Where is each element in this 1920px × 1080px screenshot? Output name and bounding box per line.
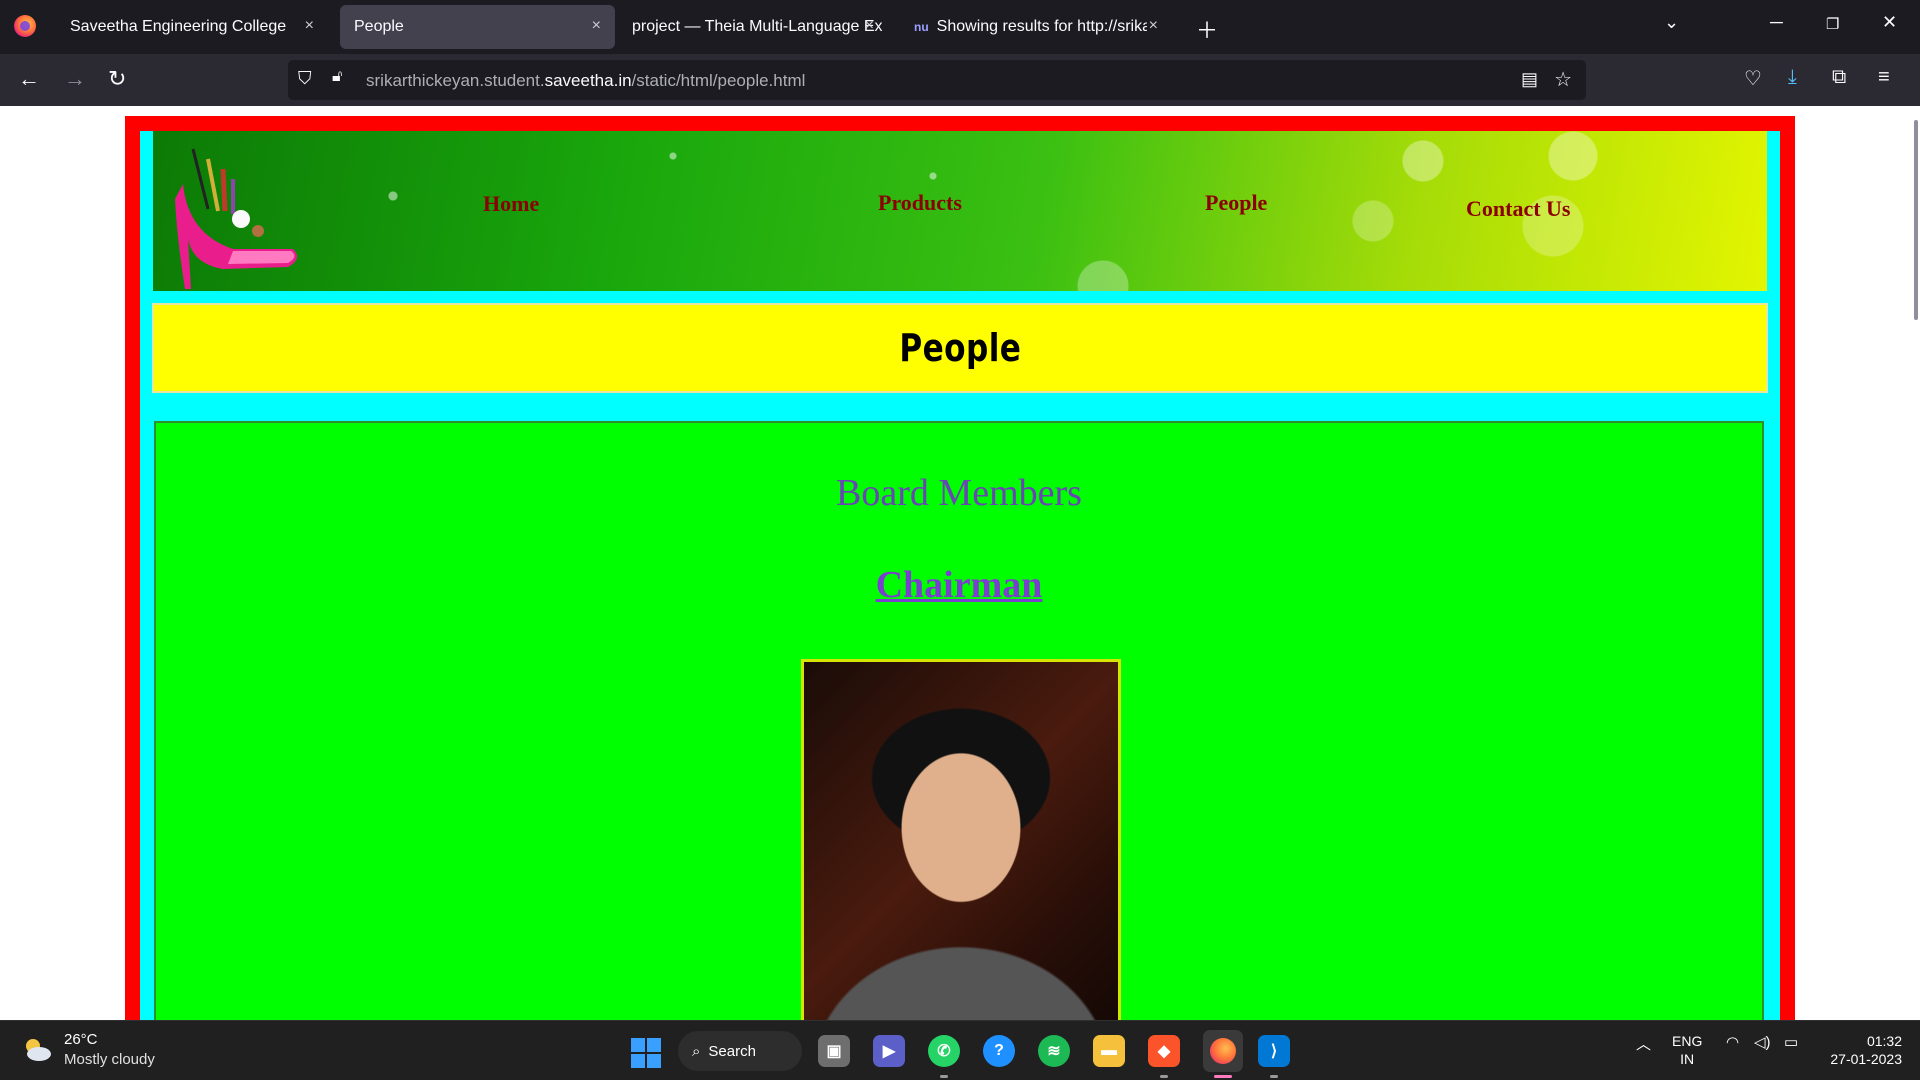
taskbar-search-button[interactable]: ⌕ Search [678, 1031, 802, 1071]
content-section: Board Members Chairman [154, 421, 1764, 1020]
tab-saveetha[interactable]: Saveetha Engineering College × [56, 5, 328, 49]
show-hidden-icons-chevron-icon[interactable]: ︿ [1636, 1033, 1651, 1054]
region-code: IN [1680, 1051, 1695, 1067]
wifi-icon[interactable]: ◠ [1726, 1033, 1739, 1051]
restore-window-icon[interactable]: ❐ [1826, 15, 1839, 33]
bookmark-star-icon[interactable]: ☆ [1554, 67, 1572, 92]
header-banner: Home Products People Contact Us [153, 131, 1767, 291]
tracking-protection-shield-icon[interactable]: ⛉ [298, 68, 312, 89]
tab-title: project — Theia Multi-Language Ex [632, 18, 882, 35]
page-title: People [899, 326, 1021, 370]
search-label: Search [708, 1042, 756, 1060]
page-heading-box: People [152, 303, 1768, 393]
volume-icon[interactable]: ◁) [1754, 1033, 1771, 1051]
windows-start-icon[interactable] [631, 1038, 661, 1068]
task-view-icon[interactable]: ▣ [818, 1035, 850, 1067]
running-indicator [1160, 1075, 1168, 1078]
taskbar: 26°C Mostly cloudy ⌕ Search ▣ ▶ ✆ ? ≋ ▬ … [0, 1020, 1920, 1080]
nav-contact-us-link[interactable]: Contact Us [1466, 196, 1571, 222]
tab-title: People [354, 18, 404, 35]
running-indicator [940, 1075, 948, 1078]
section-title: Board Members [836, 472, 1082, 514]
reload-icon[interactable]: ↻ [108, 66, 126, 92]
back-arrow-icon[interactable]: ← [18, 66, 40, 92]
teams-chat-icon[interactable]: ▶ [873, 1035, 905, 1067]
insecure-lock-icon[interactable]: 🔓︎ [332, 68, 342, 86]
system-clock[interactable]: 01:32 27-01-2023 [1824, 1032, 1902, 1068]
tab-title: Showing results for http://srikar [936, 18, 1147, 35]
app-menu-icon[interactable]: ≡ [1878, 66, 1890, 89]
tab-search-results[interactable]: nu Showing results for http://srikar × [900, 5, 1172, 49]
url-prefix: srikarthickeyan.student. [366, 71, 545, 90]
close-tab-icon[interactable]: × [1149, 17, 1158, 35]
close-tab-icon[interactable]: × [305, 17, 314, 35]
close-window-icon[interactable]: ✕ [1882, 12, 1897, 33]
file-explorer-icon[interactable]: ▬ [1093, 1035, 1125, 1067]
spotify-icon[interactable]: ≋ [1038, 1035, 1070, 1067]
pocket-icon[interactable]: ♡ [1744, 66, 1762, 91]
downloads-icon[interactable]: ⤓ [1788, 66, 1797, 89]
chairman-heading: Chairman [875, 564, 1043, 606]
nu-favicon-icon: nu [914, 20, 929, 34]
navigation-toolbar: ← → ↻ ⛉ 🔓︎ srikarthickeyan.student.savee… [0, 54, 1920, 106]
tab-title: Saveetha Engineering College [70, 18, 287, 35]
get-help-icon[interactable]: ? [983, 1035, 1015, 1067]
weather-condition[interactable]: Mostly cloudy [64, 1051, 155, 1068]
clock-date: 27-01-2023 [1830, 1051, 1902, 1067]
nav-products-link[interactable]: Products [878, 190, 962, 216]
high-heel-logo [175, 148, 297, 289]
input-language[interactable]: ENG IN [1672, 1032, 1702, 1068]
page-scrollbar[interactable] [1914, 120, 1918, 320]
nav-people-link[interactable]: People [1205, 190, 1267, 216]
new-tab-plus-icon[interactable]: ＋ [1196, 13, 1218, 45]
url-text[interactable]: srikarthickeyan.student.saveetha.in/stat… [366, 71, 805, 91]
cloudy-weather-icon[interactable] [22, 1035, 52, 1063]
url-domain: saveetha.in [544, 71, 632, 90]
brave-browser-icon[interactable]: ◆ [1148, 1035, 1180, 1067]
page-viewport: Home Products People Contact Us People B… [0, 106, 1920, 1020]
firefox-menu-icon[interactable] [14, 15, 36, 37]
close-tab-icon[interactable]: × [865, 17, 874, 35]
tab-theia-project[interactable]: project — Theia Multi-Language Ex × [618, 5, 888, 49]
url-path: /static/html/people.html [631, 71, 806, 90]
running-indicator [1270, 1075, 1278, 1078]
firefox-taskbar-icon[interactable] [1203, 1030, 1243, 1072]
weather-temperature[interactable]: 26°C [64, 1031, 98, 1048]
vscode-icon[interactable]: ⟩ [1258, 1035, 1290, 1067]
minimize-window-icon[interactable]: ─ [1770, 12, 1783, 33]
clock-time: 01:32 [1866, 1033, 1902, 1049]
list-all-tabs-chevron-icon[interactable]: ⌄ [1664, 12, 1679, 33]
language-code: ENG [1672, 1033, 1703, 1049]
chairman-photo [801, 659, 1121, 1020]
tab-strip: Saveetha Engineering College × People × … [0, 0, 1920, 54]
nav-home-link[interactable]: Home [483, 191, 539, 217]
search-icon: ⌕ [692, 1042, 701, 1060]
close-tab-icon[interactable]: × [592, 17, 601, 35]
cyan-container: Home Products People Contact Us People B… [140, 131, 1780, 1020]
whatsapp-icon[interactable]: ✆ [928, 1035, 960, 1067]
extensions-icon[interactable]: ⧉ [1832, 66, 1846, 89]
tab-people[interactable]: People × [340, 5, 615, 49]
active-indicator [1214, 1075, 1232, 1078]
battery-icon[interactable]: ▭ [1784, 1033, 1798, 1051]
reader-view-icon[interactable]: ▤ [1521, 69, 1538, 90]
forward-arrow-icon[interactable]: → [64, 66, 86, 92]
address-bar[interactable]: ⛉ 🔓︎ srikarthickeyan.student.saveetha.in… [288, 60, 1586, 100]
